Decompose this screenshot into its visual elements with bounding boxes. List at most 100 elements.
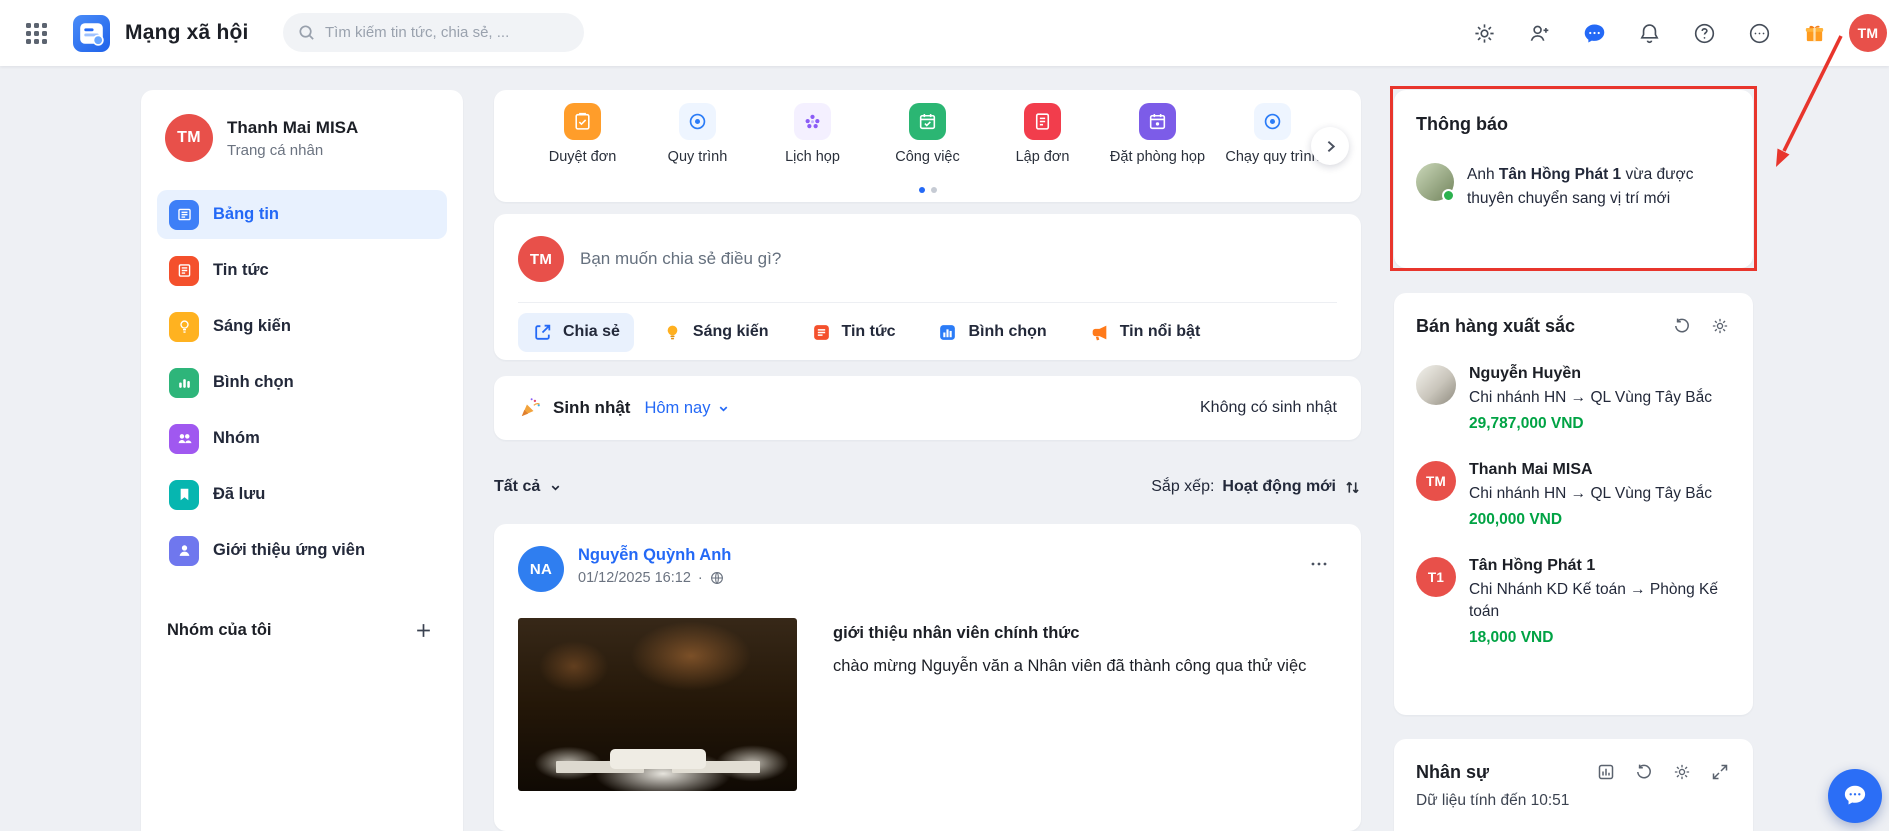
shortcut-label: Chạy quy trình	[1225, 149, 1320, 165]
gear-icon[interactable]	[1709, 315, 1731, 337]
sidebar-item-label: Đã lưu	[213, 485, 266, 503]
shortcut-room-booking[interactable]: Đặt phòng họp	[1100, 103, 1215, 165]
shortcut-meeting-schedule[interactable]: Lịch họp	[755, 103, 870, 165]
profile-card[interactable]: TM Thanh Mai MISA Trang cá nhân	[157, 114, 447, 172]
app-logo-icon[interactable]	[73, 14, 110, 52]
add-group-icon[interactable]	[410, 617, 437, 644]
notification-item[interactable]: Anh Tân Hồng Phát 1 vừa được thuyên chuy…	[1416, 163, 1731, 211]
feed-filter-value: Tất cả	[494, 478, 541, 495]
composer-avatar: TM	[518, 236, 564, 282]
idea-button[interactable]: Sáng kiến	[648, 313, 783, 352]
post-more-icon[interactable]	[1301, 546, 1337, 582]
profile-subtitle: Trang cá nhân	[227, 141, 324, 159]
shortcut-label: Đặt phòng họp	[1109, 149, 1206, 165]
rewards-gift-icon[interactable]	[1794, 13, 1834, 53]
search-bar[interactable]	[283, 13, 584, 52]
shortcut-tasks[interactable]: Công việc	[870, 103, 985, 165]
sales-item[interactable]: TM Thanh Mai MISA Chi nhánh HN → QL Vùng…	[1416, 461, 1731, 529]
sidebar-item-news[interactable]: Tin tức	[157, 246, 447, 295]
user-avatar[interactable]: TM	[1849, 14, 1887, 52]
sales-avatar	[1416, 365, 1456, 405]
shortcut-label: Duyệt đơn	[548, 149, 617, 165]
sales-item[interactable]: Nguyễn Huyền Chi nhánh HN → QL Vùng Tây …	[1416, 365, 1731, 433]
sales-amount: 200,000 VND	[1469, 511, 1563, 528]
shortcut-row: Duyệt đơn Quy trình Lịch họp Công việc L…	[520, 103, 1335, 165]
post-timestamp: 01/12/2025 16:12	[578, 570, 691, 586]
shortcut-create-request[interactable]: Lập đơn	[985, 103, 1100, 165]
shortcut-label: Lịch họp	[785, 149, 840, 165]
sort-value: Hoạt động mới	[1222, 478, 1336, 495]
composer-actions: Chia sẻ Sáng kiến Tin tức Bình chọn Tin …	[518, 303, 1337, 361]
sales-transfer-detail: Chi Nhánh KD Kế toán → Phòng Kế toán	[1469, 581, 1719, 620]
top-bar: Mạng xã hội Tìm kiếm tin tức, chia sẻ, .…	[0, 0, 1889, 66]
birthday-title: Sinh nhật	[553, 398, 631, 417]
shortcut-process[interactable]: Quy trình	[640, 103, 755, 165]
sidebar-item-ideas[interactable]: Sáng kiến	[157, 302, 447, 351]
notifications-bell-icon[interactable]	[1629, 13, 1669, 53]
chevron-down-icon	[551, 485, 560, 491]
sidebar-menu: Bảng tin Tin tức Sáng kiến Bình chọn Nhó…	[157, 190, 447, 575]
header-actions: TM	[1464, 13, 1887, 53]
news-icon	[169, 255, 199, 286]
shortcuts-next-chevron-icon[interactable]	[1311, 127, 1349, 165]
feed-sort-dropdown[interactable]: Sắp xếp: Hoạt động mới	[1151, 478, 1361, 496]
sidebar-item-groups[interactable]: Nhóm	[157, 414, 447, 463]
sidebar-item-referrals[interactable]: Giới thiệu ứng viên	[157, 526, 447, 575]
idea-bulb-icon	[169, 311, 199, 342]
post-image[interactable]	[518, 618, 797, 791]
share-button[interactable]: Chia sẻ	[518, 312, 634, 352]
sidebar-item-newsfeed[interactable]: Bảng tin	[157, 190, 447, 239]
composer-input[interactable]: TM Bạn muốn chia sẻ điều gì?	[518, 236, 1337, 303]
messenger-chat-icon[interactable]	[1574, 13, 1614, 53]
post-text: giới thiệu nhân viên chính thức chào mừn…	[833, 618, 1306, 791]
party-popper-icon	[521, 398, 540, 417]
bookmark-icon	[169, 479, 199, 510]
apps-grid-icon[interactable]	[20, 17, 53, 50]
sales-card-header: Bán hàng xuất sắc	[1416, 315, 1731, 337]
birthday-filter-value: Hôm nay	[644, 398, 711, 417]
help-icon[interactable]	[1684, 13, 1724, 53]
expand-icon[interactable]	[1709, 761, 1731, 783]
notification-text: Anh Tân Hồng Phát 1 vừa được thuyên chuy…	[1467, 163, 1731, 211]
chart-icon[interactable]	[1595, 761, 1617, 783]
sales-person-name: Tân Hồng Phát 1	[1469, 557, 1596, 574]
post-title: giới thiệu nhân viên chính thức	[833, 624, 1080, 642]
create-request-icon	[1024, 103, 1061, 140]
featured-news-button[interactable]: Tin nổi bật	[1075, 313, 1215, 352]
invite-user-icon[interactable]	[1519, 13, 1559, 53]
feed-filter-all-dropdown[interactable]: Tất cả	[494, 478, 562, 496]
gear-icon[interactable]	[1671, 761, 1693, 783]
news-button[interactable]: Tin tức	[797, 313, 910, 352]
shortcut-label: Lập đơn	[1015, 149, 1070, 165]
sidebar-item-saved[interactable]: Đã lưu	[157, 470, 447, 519]
notification-text-prefix: Anh	[1467, 166, 1499, 183]
group-people-icon	[169, 423, 199, 454]
post-author-avatar[interactable]: NA	[518, 546, 564, 592]
news-icon	[813, 324, 829, 340]
share-icon	[535, 324, 551, 340]
birthday-empty-text: Không có sinh nhật	[1200, 399, 1337, 416]
chat-fab-icon[interactable]	[1828, 769, 1882, 823]
sidebar-item-polls[interactable]: Bình chọn	[157, 358, 447, 407]
carousel-dots[interactable]	[918, 187, 937, 193]
poll-button[interactable]: Bình chọn	[923, 313, 1060, 352]
shortcut-approve-request[interactable]: Duyệt đơn	[525, 103, 640, 165]
refresh-icon[interactable]	[1633, 761, 1655, 783]
my-groups-label: Nhóm của tôi	[167, 621, 272, 639]
sidebar-item-label: Tin tức	[213, 261, 269, 279]
app-shortcuts-card: Duyệt đơn Quy trình Lịch họp Công việc L…	[494, 90, 1361, 202]
search-input[interactable]	[325, 24, 570, 41]
birthday-filter-dropdown[interactable]: Hôm nay	[644, 399, 730, 418]
post-author-name[interactable]: Nguyễn Quỳnh Anh	[578, 546, 731, 565]
hr-title: Nhân sự	[1416, 761, 1490, 782]
hr-subtitle: Dữ liệu tính đến 10:51	[1416, 792, 1570, 809]
post-header: NA Nguyễn Quỳnh Anh 01/12/2025 16:12 ·	[518, 546, 1337, 592]
sales-item[interactable]: T1 Tân Hồng Phát 1 Chi Nhánh KD Kế toán …	[1416, 557, 1731, 647]
post-content: giới thiệu nhân viên chính thức chào mừn…	[518, 618, 1337, 791]
poll-chart-icon	[169, 367, 199, 398]
sales-person-name: Thanh Mai MISA	[1469, 461, 1593, 478]
more-options-icon[interactable]	[1739, 13, 1779, 53]
settings-gear-icon[interactable]	[1464, 13, 1504, 53]
refresh-icon[interactable]	[1671, 315, 1693, 337]
hr-card-header: Nhân sự	[1416, 761, 1731, 783]
